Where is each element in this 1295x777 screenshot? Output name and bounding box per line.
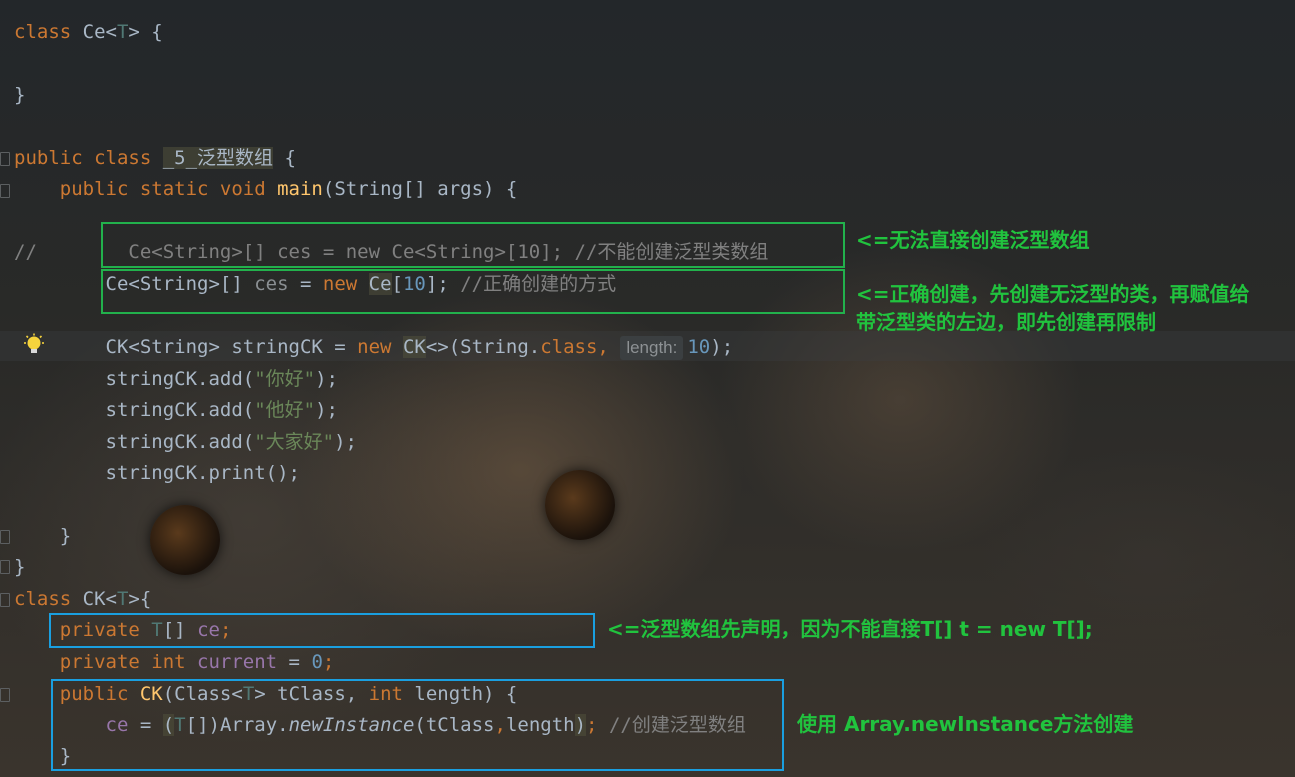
annotation-box-correct-creation xyxy=(101,269,845,314)
code-token: ); xyxy=(315,399,338,421)
fold-marker[interactable] xyxy=(0,560,10,574)
code-token: // xyxy=(14,241,37,263)
code-token: CK< xyxy=(82,588,117,610)
fold-marker[interactable] xyxy=(0,530,10,544)
annotation-invalid-creation: <=无法直接创建泛型数组 xyxy=(856,228,1090,252)
code-token: class xyxy=(14,21,83,43)
code-token: "大家好" xyxy=(254,431,335,453)
code-token: (String[] args) { xyxy=(322,178,518,200)
code-token: _5_泛型数组 xyxy=(162,147,274,169)
code-line[interactable]: stringCK.add("你好"); xyxy=(14,364,339,394)
code-token: T xyxy=(116,21,129,43)
code-line[interactable]: public class _5_泛型数组 { xyxy=(14,143,296,173)
code-token: <>(String. xyxy=(425,336,541,358)
fold-marker[interactable] xyxy=(0,184,10,198)
annotation-correct-creation-line1: <=正确创建，先创建无泛型的类，再赋值给 xyxy=(856,282,1250,306)
code-token: "你好" xyxy=(254,368,316,390)
code-line[interactable]: CK<String> stringCK = new CK<>(String.cl… xyxy=(14,332,733,362)
annotation-box-constructor xyxy=(51,679,784,771)
code-token: Ce< xyxy=(82,21,117,43)
code-line[interactable]: } xyxy=(14,80,25,110)
code-token: T xyxy=(116,588,129,610)
fold-marker[interactable] xyxy=(0,593,10,607)
annotation-array-declaration: <=泛型数组先声明，因为不能直接T[] t = new T[]; xyxy=(607,617,1093,641)
code-token: { xyxy=(273,147,296,169)
code-token: stringCK.add( xyxy=(14,431,255,453)
code-token: stringCK.print(); xyxy=(14,462,300,484)
code-token: } xyxy=(14,525,72,547)
code-token: = xyxy=(277,651,312,673)
code-token: class xyxy=(14,588,83,610)
code-token: private int xyxy=(14,651,198,673)
code-token: public class xyxy=(14,147,163,169)
code-line[interactable]: stringCK.add("他好"); xyxy=(14,395,339,425)
code-line[interactable]: private int current = 0; xyxy=(14,647,335,677)
code-token: "他好" xyxy=(254,399,316,421)
background-eye-left xyxy=(150,505,220,575)
code-token: ; xyxy=(322,651,335,673)
code-token: class xyxy=(540,336,598,358)
annotation-box-array-declaration xyxy=(49,613,595,648)
code-token: new xyxy=(357,336,403,358)
code-token: ); xyxy=(315,368,338,390)
background-eye-right xyxy=(545,470,615,540)
code-token: 0 xyxy=(311,651,323,673)
code-token: } xyxy=(14,84,26,106)
fold-marker[interactable] xyxy=(0,688,10,702)
code-token: >{ xyxy=(128,588,152,610)
code-token: 10 xyxy=(687,336,711,358)
code-token: public static void xyxy=(14,178,278,200)
code-line[interactable]: stringCK.print(); xyxy=(14,458,300,488)
code-token: , xyxy=(597,336,621,358)
code-token: > { xyxy=(128,21,163,43)
code-token: stringCK.add( xyxy=(14,368,255,390)
code-line[interactable]: class Ce<T> { xyxy=(14,17,163,47)
code-line[interactable]: } xyxy=(14,552,25,582)
annotation-box-invalid-creation xyxy=(101,222,845,268)
code-token: ); xyxy=(710,336,734,358)
code-line[interactable]: } xyxy=(14,521,71,551)
annotation-correct-creation-line2: 带泛型类的左边，即先创建再限制 xyxy=(856,310,1156,334)
fold-marker[interactable] xyxy=(0,152,10,166)
code-line[interactable]: public static void main(String[] args) { xyxy=(14,174,518,204)
code-line[interactable]: class CK<T>{ xyxy=(14,584,151,614)
code-line[interactable]: stringCK.add("大家好"); xyxy=(14,427,358,457)
code-token: main xyxy=(277,178,323,200)
code-token: ); xyxy=(334,431,357,453)
code-token: stringCK.add( xyxy=(14,399,255,421)
code-token: CK xyxy=(402,336,426,358)
parameter-hint: length: xyxy=(620,336,684,360)
code-token: current xyxy=(197,651,278,673)
code-token: } xyxy=(14,556,26,578)
code-token: CK<String> stringCK = xyxy=(14,336,358,358)
annotation-newinstance: 使用 Array.newInstance方法创建 xyxy=(797,712,1134,736)
